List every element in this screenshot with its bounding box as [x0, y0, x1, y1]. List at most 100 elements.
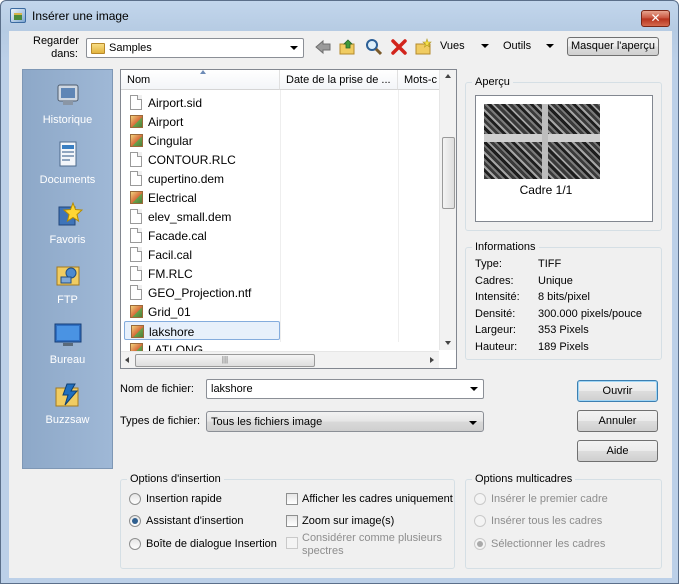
- place-documents-label: Documents: [39, 174, 96, 186]
- filetype-value: Tous les fichiers image: [211, 416, 323, 428]
- radio-insert-first-frame[interactable]: [474, 493, 486, 505]
- place-buzzsaw[interactable]: Buzzsaw: [23, 376, 112, 432]
- place-favorites-label: Favoris: [49, 234, 86, 246]
- vertical-scrollbar[interactable]: [439, 70, 456, 350]
- info-value: 300.000 pixels/pouce: [538, 307, 642, 320]
- file-row[interactable]: Cingular: [124, 131, 280, 150]
- search-icon[interactable]: [365, 38, 383, 56]
- views-menu[interactable]: Vues: [440, 40, 465, 52]
- tools-dropdown-icon[interactable]: [546, 44, 554, 48]
- checkbox-multispectral-label-line2: spectres: [302, 545, 344, 557]
- ftp-icon: [53, 261, 83, 289]
- radio-select-frames[interactable]: [474, 538, 486, 550]
- horizontal-scrollbar[interactable]: |||: [121, 351, 439, 368]
- file-row[interactable]: GEO_Projection.ntf: [124, 283, 280, 302]
- folder-icon: [91, 43, 105, 54]
- place-desktop[interactable]: Bureau: [23, 316, 112, 372]
- file-row[interactable]: elev_small.dem: [124, 207, 280, 226]
- file-icon: [130, 247, 142, 262]
- vertical-scroll-thumb[interactable]: [442, 137, 455, 209]
- preview-caption: Cadre 1/1: [519, 183, 573, 197]
- chevron-down-icon: [290, 46, 298, 50]
- checkbox-zoom-image[interactable]: [286, 515, 298, 527]
- file-name: lakshore: [149, 325, 195, 339]
- filename-value: lakshore: [211, 383, 253, 395]
- cancel-button[interactable]: Annuler: [577, 410, 658, 432]
- up-folder-icon[interactable]: [339, 38, 357, 56]
- scroll-left-icon[interactable]: [125, 357, 129, 363]
- back-arrow-icon[interactable]: [314, 38, 332, 56]
- file-icon: [130, 228, 142, 243]
- delete-icon[interactable]: [390, 38, 408, 56]
- radio-insert-first-frame-label: Insérer le premier cadre: [491, 493, 608, 505]
- help-button[interactable]: Aide: [577, 440, 658, 462]
- file-row[interactable]: Electrical: [124, 188, 280, 207]
- file-name: Electrical: [148, 191, 197, 205]
- places-bar: Historique Documents Favoris FTP Bureau …: [22, 69, 113, 469]
- file-row[interactable]: Airport: [124, 112, 280, 131]
- radio-insert-all-frames-label: Insérer tous les cadres: [491, 515, 603, 527]
- file-row[interactable]: Facade.cal: [124, 226, 280, 245]
- checkbox-multispectral[interactable]: [286, 537, 298, 549]
- radio-insert-all-frames[interactable]: [474, 515, 486, 527]
- window-title: Insérer une image: [32, 9, 129, 23]
- checkbox-show-frames-only[interactable]: [286, 493, 298, 505]
- column-header-keywords[interactable]: Mots-c: [398, 70, 440, 90]
- lookin-label-line1: Regarder: [33, 35, 79, 47]
- radio-select-frames-label: Sélectionner les cadres: [491, 538, 606, 550]
- column-header-date[interactable]: Date de la prise de ...: [280, 70, 398, 90]
- info-value: TIFF: [538, 258, 562, 270]
- place-ftp[interactable]: FTP: [23, 256, 112, 312]
- file-row[interactable]: lakshore: [124, 321, 280, 340]
- file-row[interactable]: FM.RLC: [124, 264, 280, 283]
- column-header-name[interactable]: Nom: [121, 70, 280, 90]
- lookin-value: Samples: [109, 42, 152, 54]
- place-desktop-label: Bureau: [49, 354, 86, 366]
- place-history-label: Historique: [42, 114, 93, 126]
- checkbox-show-frames-only-label: Afficher les cadres uniquement: [302, 493, 453, 505]
- scroll-right-icon[interactable]: [430, 357, 434, 363]
- image-file-icon: [130, 191, 143, 204]
- radio-insert-wizard[interactable]: [129, 515, 141, 527]
- info-title: Informations: [472, 241, 539, 253]
- radio-insert-dialog[interactable]: [129, 538, 141, 550]
- file-row[interactable]: cupertino.dem: [124, 169, 280, 188]
- file-row[interactable]: Airport.sid: [124, 93, 280, 112]
- preview-box: Cadre 1/1: [475, 95, 653, 222]
- filename-field[interactable]: lakshore: [206, 379, 484, 399]
- hide-preview-button[interactable]: Masquer l'aperçu: [567, 37, 659, 56]
- place-documents[interactable]: Documents: [23, 136, 112, 192]
- place-favorites[interactable]: Favoris: [23, 196, 112, 252]
- file-row[interactable]: Facil.cal: [124, 245, 280, 264]
- tools-menu[interactable]: Outils: [503, 40, 531, 52]
- radio-insert-wizard-label: Assistant d'insertion: [146, 515, 244, 527]
- history-icon: [53, 81, 83, 109]
- lookin-label-line2: dans:: [51, 48, 78, 60]
- horizontal-scroll-thumb[interactable]: |||: [135, 354, 315, 367]
- open-button[interactable]: Ouvrir: [577, 380, 658, 402]
- preview-group: Aperçu Cadre 1/1: [465, 76, 662, 231]
- sort-ascending-icon: [200, 70, 206, 74]
- radio-quick-insert-label: Insertion rapide: [146, 493, 222, 505]
- views-dropdown-icon[interactable]: [481, 44, 489, 48]
- scroll-up-icon[interactable]: [445, 74, 451, 78]
- place-history[interactable]: Historique: [23, 76, 112, 132]
- dialog-client-area: Regarder dans: Samples Vues Outils Masqu…: [9, 31, 672, 578]
- file-row[interactable]: Grid_01: [124, 302, 280, 321]
- info-value: 353 Pixels: [538, 324, 589, 336]
- checkbox-zoom-image-label: Zoom sur image(s): [302, 515, 395, 527]
- filetype-dropdown[interactable]: Tous les fichiers image: [206, 411, 484, 432]
- image-file-icon: [130, 134, 143, 147]
- title-bar[interactable]: Insérer une image ✕: [1, 1, 678, 29]
- scroll-down-icon[interactable]: [445, 341, 451, 345]
- radio-quick-insert[interactable]: [129, 493, 141, 505]
- lookin-dropdown[interactable]: Samples: [86, 38, 304, 58]
- info-group: Informations Type: TIFF Cadres: Unique Inten…: [465, 241, 662, 360]
- filetype-label: Types de fichier:: [120, 415, 201, 427]
- new-folder-icon[interactable]: [415, 38, 433, 56]
- file-row[interactable]: CONTOUR.RLC: [124, 150, 280, 169]
- file-list[interactable]: Nom Date de la prise de ... Mots-c Airpo…: [120, 69, 457, 369]
- file-name: Cingular: [148, 134, 193, 148]
- file-name: Airport.sid: [148, 96, 203, 110]
- close-button[interactable]: ✕: [641, 10, 670, 27]
